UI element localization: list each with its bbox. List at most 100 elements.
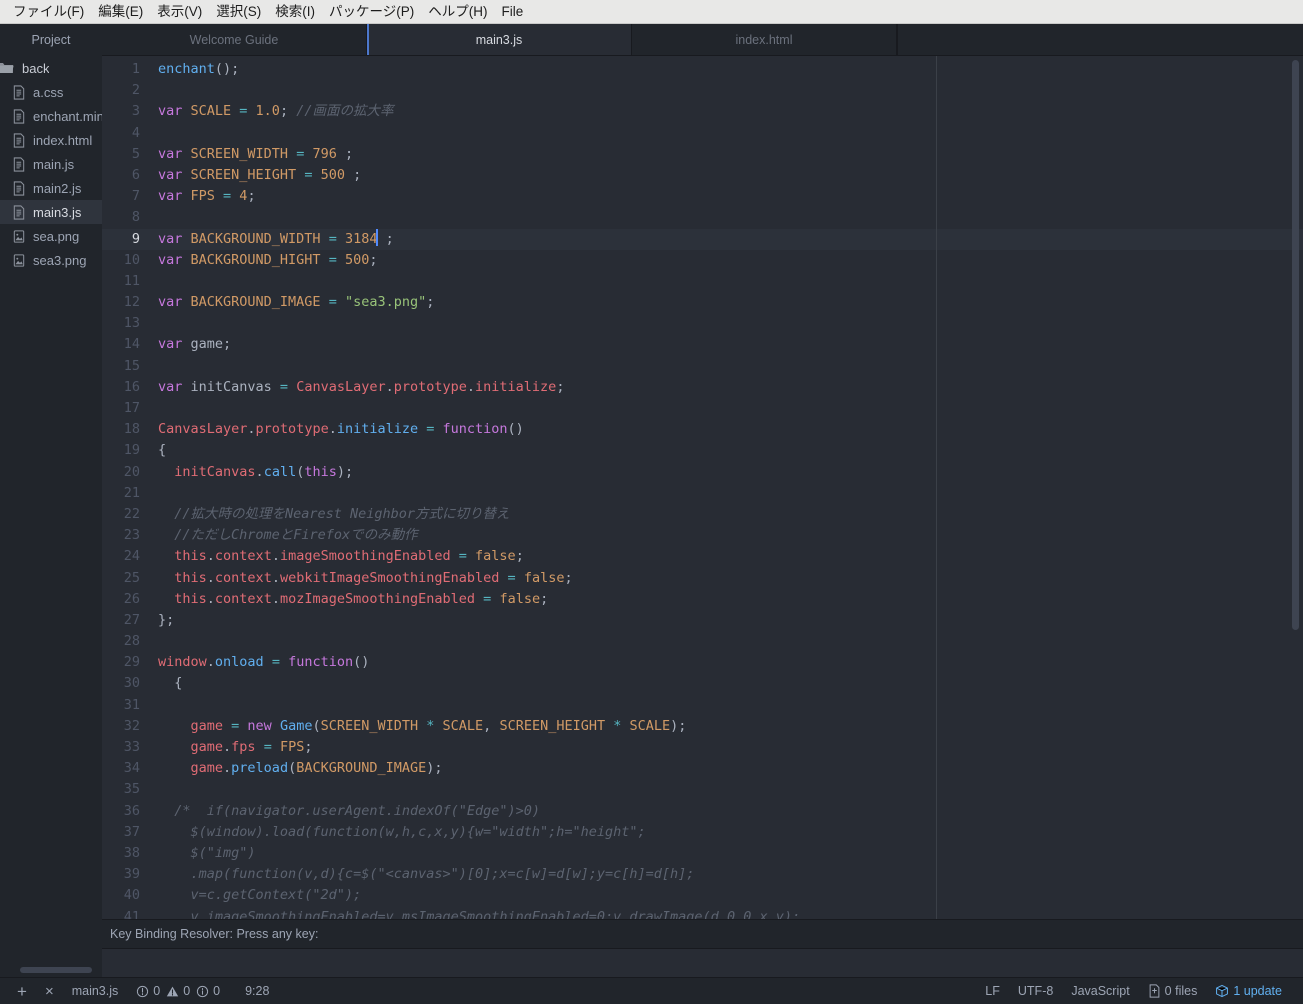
code-line[interactable]: 11 [102, 271, 1303, 292]
code-line[interactable]: 12 var BACKGROUND_IMAGE = "sea3.png"; [102, 292, 1303, 313]
line-content[interactable]: { [150, 440, 1303, 461]
tree-file-main3-js[interactable]: main3.js [0, 200, 102, 224]
tree-file-sea3-png[interactable]: sea3.png [0, 248, 102, 272]
line-content[interactable] [150, 398, 1303, 419]
line-content[interactable] [150, 631, 1303, 652]
line-content[interactable]: this.context.webkitImageSmoothingEnabled… [150, 568, 1303, 589]
line-content[interactable]: var SCREEN_WIDTH = 796 ; [150, 144, 1303, 165]
code-line[interactable]: 27}; [102, 610, 1303, 631]
line-content[interactable]: var game; [150, 334, 1303, 355]
menu-select-ja[interactable]: 選択(S) [209, 0, 268, 24]
code-editor[interactable]: 1 enchant(); 2 3 var SCALE = 1.0; //画面の拡大率 4 5… [102, 56, 1303, 919]
line-content[interactable]: initCanvas.call(this); [150, 462, 1303, 483]
code-line[interactable]: 22 //拡大時の処理をNearest Neighbor方式に切り替え [102, 504, 1303, 525]
status-git-changes[interactable]: 0 files [1139, 984, 1207, 998]
code-line[interactable]: 29 window.onload = function() [102, 652, 1303, 673]
line-content[interactable]: }; [150, 610, 1303, 631]
line-content[interactable]: var BACKGROUND_WIDTH = 3184 ; [150, 228, 1303, 250]
menu-file-ja[interactable]: ファイル(F) [6, 0, 91, 24]
tree-file-main2-js[interactable]: main2.js [0, 176, 102, 200]
line-content[interactable]: var BACKGROUND_IMAGE = "sea3.png"; [150, 292, 1303, 313]
status-cursor-position[interactable]: 9:28 [229, 984, 278, 998]
code-line[interactable]: 14 var game; [102, 334, 1303, 355]
code-line[interactable]: 31 [102, 695, 1303, 716]
line-content[interactable]: window.onload = function() [150, 652, 1303, 673]
code-line[interactable]: 30 { [102, 673, 1303, 694]
editor-vertical-scrollbar[interactable] [1288, 56, 1303, 919]
menu-packages-ja[interactable]: パッケージ(P) [322, 0, 421, 24]
code-line[interactable]: 17 [102, 398, 1303, 419]
line-content[interactable] [150, 356, 1303, 377]
line-content[interactable]: game.fps = FPS; [150, 737, 1303, 758]
code-line[interactable]: 23 //ただしChromeとFirefoxでのみ動作 [102, 525, 1303, 546]
tree-file-enchant-min-[interactable]: enchant.min. [0, 104, 102, 128]
code-line[interactable]: 24 this.context.imageSmoothingEnabled = … [102, 546, 1303, 567]
line-content[interactable]: $("img") [150, 843, 1303, 864]
sidebar-scrollbar-thumb[interactable] [20, 967, 92, 973]
menu-file[interactable]: File [494, 0, 530, 24]
menu-view-ja[interactable]: 表示(V) [150, 0, 209, 24]
sidebar-horizontal-scrollbar[interactable] [0, 963, 102, 977]
tree-file-main-js[interactable]: main.js [0, 152, 102, 176]
code-line[interactable]: 34 game.preload(BACKGROUND_IMAGE); [102, 758, 1303, 779]
code-line[interactable]: 20 initCanvas.call(this); [102, 462, 1303, 483]
tree-file-index-html[interactable]: index.html [0, 128, 102, 152]
code-line[interactable]: 1 enchant(); [102, 59, 1303, 80]
tab-welcome-guide[interactable]: Welcome Guide [102, 24, 367, 55]
code-line[interactable]: 39 .map(function(v,d){c=$("<canvas>")[0]… [102, 864, 1303, 885]
code-line[interactable]: 37 $(window).load(function(w,h,c,x,y){w=… [102, 822, 1303, 843]
code-line[interactable]: 25 this.context.webkitImageSmoothingEnab… [102, 568, 1303, 589]
line-content[interactable] [150, 695, 1303, 716]
tree-folder-root[interactable]: back [0, 56, 102, 80]
code-line[interactable]: 9 var BACKGROUND_WIDTH = 3184 ; [102, 228, 1303, 250]
code-line[interactable]: 5 var SCREEN_WIDTH = 796 ; [102, 144, 1303, 165]
tab-index-html[interactable]: index.html [632, 24, 897, 55]
code-line[interactable]: 26 this.context.mozImageSmoothingEnabled… [102, 589, 1303, 610]
line-content[interactable]: var SCREEN_HEIGHT = 500 ; [150, 165, 1303, 186]
code-line[interactable]: 41 v.imageSmoothingEnabled=v.msImageSmoo… [102, 907, 1303, 920]
code-line[interactable]: 38 $("img") [102, 843, 1303, 864]
file-tree[interactable]: back a.css enchant.min. index.html main.js m… [0, 56, 102, 977]
close-pane-button[interactable]: × [36, 984, 63, 999]
line-content[interactable] [150, 80, 1303, 101]
code-line[interactable]: 7 var FPS = 4; [102, 186, 1303, 207]
line-content[interactable]: game.preload(BACKGROUND_IMAGE); [150, 758, 1303, 779]
code-line[interactable]: 10 var BACKGROUND_HIGHT = 500; [102, 250, 1303, 271]
line-content[interactable]: var initCanvas = CanvasLayer.prototype.i… [150, 377, 1303, 398]
code-line[interactable]: 3 var SCALE = 1.0; //画面の拡大率 [102, 101, 1303, 122]
line-content[interactable] [150, 123, 1303, 144]
status-updates[interactable]: 1 update [1206, 984, 1291, 998]
line-content[interactable]: this.context.mozImageSmoothingEnabled = … [150, 589, 1303, 610]
code-line[interactable]: 32 game = new Game(SCREEN_WIDTH * SCALE,… [102, 716, 1303, 737]
tab-main3-js[interactable]: main3.js [367, 24, 632, 55]
status-grammar[interactable]: JavaScript [1062, 984, 1138, 998]
code-line[interactable]: 21 [102, 483, 1303, 504]
line-content[interactable]: v=c.getContext("2d"); [150, 885, 1303, 906]
code-line[interactable]: 16 var initCanvas = CanvasLayer.prototype… [102, 377, 1303, 398]
add-pane-button[interactable]: + [8, 983, 36, 1000]
status-line-ending[interactable]: LF [976, 984, 1009, 998]
line-content[interactable] [150, 483, 1303, 504]
status-warning-count[interactable]: 0 [162, 984, 192, 998]
code-line[interactable]: 8 [102, 207, 1303, 228]
line-content[interactable]: CanvasLayer.prototype.initialize = funct… [150, 419, 1303, 440]
menu-help-ja[interactable]: ヘルプ(H) [421, 0, 494, 24]
line-content[interactable]: this.context.imageSmoothingEnabled = fal… [150, 546, 1303, 567]
status-filename[interactable]: main3.js [63, 984, 128, 998]
editor-scrollbar-thumb[interactable] [1292, 60, 1299, 630]
code-line[interactable]: 18 CanvasLayer.prototype.initialize = fun… [102, 419, 1303, 440]
line-content[interactable]: enchant(); [150, 59, 1303, 80]
status-encoding[interactable]: UTF-8 [1009, 984, 1062, 998]
line-content[interactable]: { [150, 673, 1303, 694]
line-content[interactable] [150, 313, 1303, 334]
tree-file-sea-png[interactable]: sea.png [0, 224, 102, 248]
code-lines[interactable]: 1 enchant(); 2 3 var SCALE = 1.0; //画面の拡大率 4 5… [102, 56, 1303, 919]
line-content[interactable]: //ただしChromeとFirefoxでのみ動作 [150, 525, 1303, 546]
code-line[interactable]: 15 [102, 356, 1303, 377]
code-line[interactable]: 2 [102, 80, 1303, 101]
status-info-count[interactable]: 0 [192, 984, 229, 998]
line-content[interactable]: //拡大時の処理をNearest Neighbor方式に切り替え [150, 504, 1303, 525]
status-error-count[interactable]: 0 [127, 984, 162, 998]
line-content[interactable]: .map(function(v,d){c=$("<canvas>")[0];x=… [150, 864, 1303, 885]
line-content[interactable]: v.imageSmoothingEnabled=v.msImageSmoothi… [150, 907, 1303, 920]
